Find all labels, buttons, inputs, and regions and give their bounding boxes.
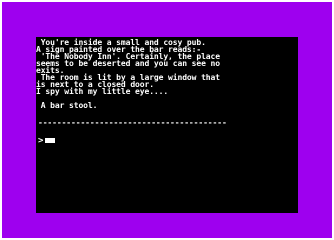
description-line: I spy with my little eye.... [36, 87, 169, 96]
items-line: A bar stool. [36, 101, 98, 110]
input-cursor[interactable] [45, 138, 55, 143]
game-screen: You're inside a small and cosy pub. A si… [36, 37, 298, 213]
divider: ---------------------------------------- [38, 119, 227, 127]
prompt-symbol: > [38, 136, 44, 146]
